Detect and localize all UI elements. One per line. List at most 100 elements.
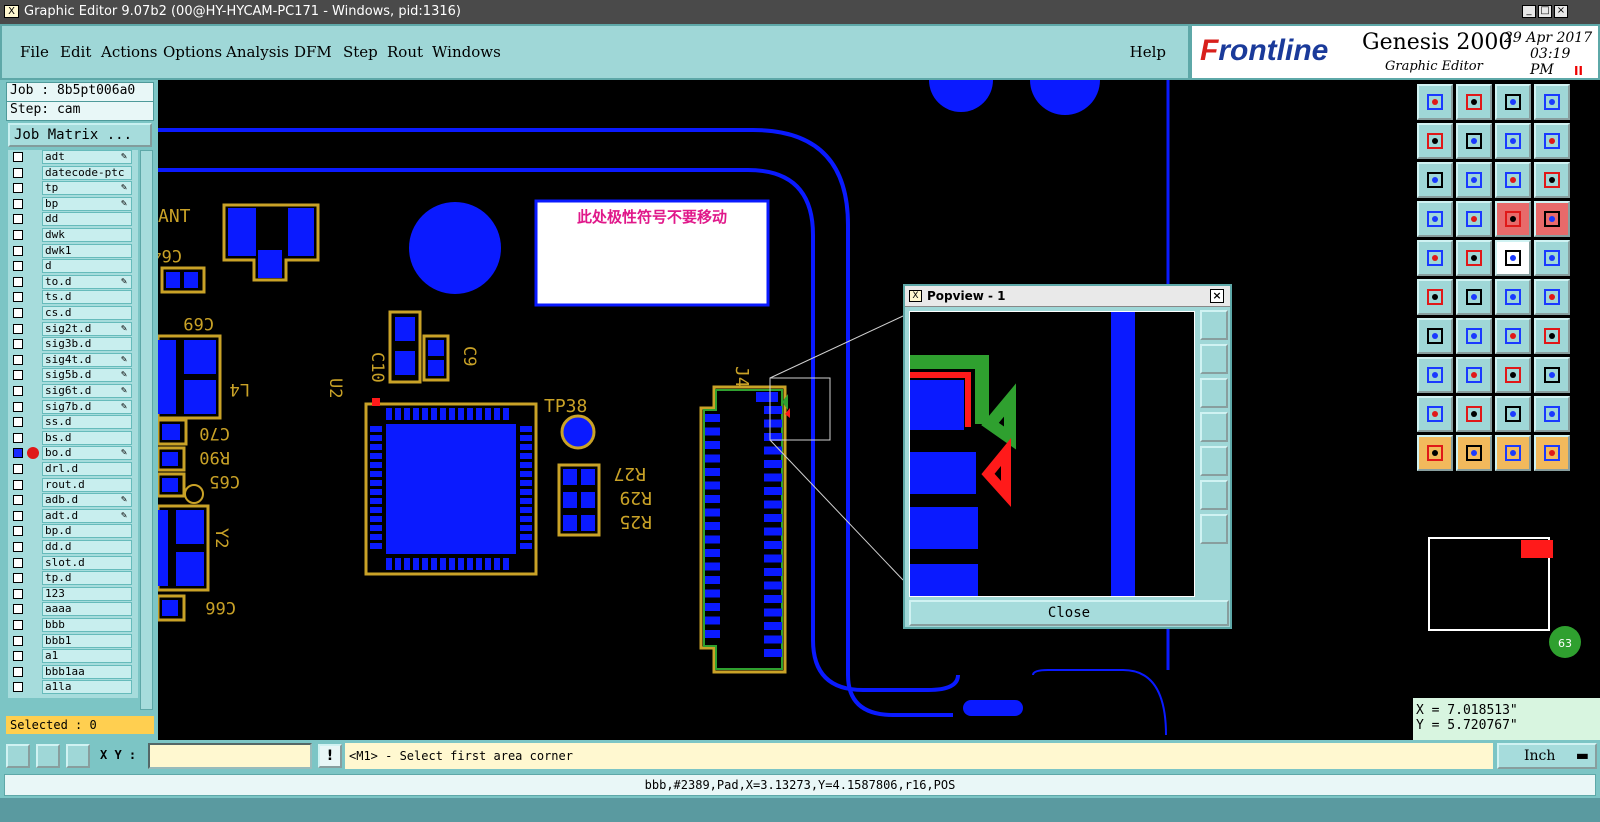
grid-icon[interactable]: [66, 744, 90, 768]
layer-checkbox[interactable]: [13, 432, 23, 443]
layer-checkbox[interactable]: [13, 214, 23, 225]
layer-checkbox[interactable]: [13, 198, 23, 209]
layer-checkbox[interactable]: [13, 339, 23, 350]
copy-icon[interactable]: [1417, 357, 1453, 393]
menu-analysis[interactable]: Analysis: [226, 43, 289, 61]
units-dropdown[interactable]: Inch ▬: [1497, 743, 1597, 769]
triangle-a-icon[interactable]: [1495, 396, 1531, 432]
toolkit-icon[interactable]: [1417, 201, 1453, 237]
overview-map[interactable]: 63: [1413, 528, 1600, 698]
layer-row[interactable]: tp.d: [8, 571, 134, 586]
layer-row[interactable]: sig5b.d ✎: [8, 368, 134, 383]
cursor-box-icon[interactable]: [1456, 435, 1492, 471]
fit-all-icon[interactable]: [1417, 162, 1453, 198]
help-icon[interactable]: [1534, 162, 1570, 198]
layer-checkbox[interactable]: [13, 370, 23, 381]
popview-zoom-icon[interactable]: [1200, 310, 1228, 340]
popview-pan-up-icon[interactable]: [1200, 344, 1228, 374]
menu-file[interactable]: File: [20, 43, 49, 61]
layer-checkbox[interactable]: [13, 510, 23, 521]
route-icon[interactable]: [1534, 279, 1570, 315]
menu-help[interactable]: Help: [1130, 43, 1166, 61]
menu-step[interactable]: Step: [343, 43, 378, 61]
layer-checkbox[interactable]: [13, 245, 23, 256]
layer-row[interactable]: to.d ✎: [8, 274, 134, 290]
move-icon[interactable]: [1495, 279, 1531, 315]
ruler-icon[interactable]: [1495, 240, 1531, 276]
layer-row[interactable]: bo.d ✎: [8, 446, 134, 461]
snap-icon[interactable]: [6, 744, 30, 768]
popview-canvas[interactable]: [909, 311, 1195, 597]
cursor-move-icon[interactable]: [1534, 435, 1570, 471]
xy-input[interactable]: [148, 743, 312, 769]
layer-checkbox[interactable]: [13, 479, 23, 490]
layer-row[interactable]: 123: [8, 586, 134, 602]
menu-windows[interactable]: Windows: [432, 43, 501, 61]
angle-icon[interactable]: [36, 744, 60, 768]
info-button[interactable]: !: [318, 744, 342, 768]
layer-checkbox[interactable]: [13, 526, 23, 537]
layer-checkbox[interactable]: [13, 401, 23, 412]
fit-height-icon[interactable]: [1456, 162, 1492, 198]
minus-icon[interactable]: [1456, 357, 1492, 393]
drill-icon[interactable]: [1534, 240, 1570, 276]
layer-checkbox[interactable]: [13, 448, 23, 459]
cursor-icon[interactable]: [1417, 435, 1453, 471]
layer-row[interactable]: sig3b.d: [8, 337, 134, 352]
layer-checkbox[interactable]: [13, 588, 23, 599]
layer-checkbox[interactable]: [13, 635, 23, 646]
layer-colors-icon[interactable]: [1495, 201, 1531, 237]
layout-icon[interactable]: [1534, 84, 1570, 120]
layer-checkbox[interactable]: [13, 386, 23, 396]
open-icon[interactable]: [1417, 84, 1453, 120]
layer-row[interactable]: sig7b.d ✎: [8, 399, 134, 415]
layer-row[interactable]: bbb: [8, 618, 134, 633]
layer-checkbox[interactable]: [13, 276, 23, 287]
layer-checkbox[interactable]: [13, 167, 23, 178]
connect-icon[interactable]: [1417, 279, 1453, 315]
text-icon[interactable]: [1534, 318, 1570, 354]
cursor-select-icon[interactable]: [1495, 435, 1531, 471]
minimize-button[interactable]: _: [1522, 5, 1536, 18]
layer-checkbox[interactable]: [13, 464, 23, 474]
menu-actions[interactable]: Actions: [101, 43, 157, 61]
cross-icon[interactable]: [1456, 279, 1492, 315]
layer-row[interactable]: adt.d ✎: [8, 508, 134, 524]
layer-checkbox[interactable]: [13, 183, 23, 194]
triangle-b-icon[interactable]: [1534, 396, 1570, 432]
layer-row[interactable]: cs.d: [8, 306, 134, 321]
popview-pan-down-icon[interactable]: [1200, 378, 1228, 408]
layer-row[interactable]: adb.d ✎: [8, 493, 134, 508]
layer-checkbox[interactable]: [13, 604, 23, 615]
layer-row[interactable]: sig6t.d ✎: [8, 384, 134, 399]
layer-checkbox[interactable]: [13, 495, 23, 506]
group-icon[interactable]: [1534, 357, 1570, 393]
popview-pan-left-icon[interactable]: [1200, 412, 1228, 442]
layer-row[interactable]: drl.d: [8, 462, 134, 477]
layer-row[interactable]: rout.d: [8, 477, 134, 493]
layer-row[interactable]: bp ✎: [8, 196, 134, 212]
layer-checkbox[interactable]: [13, 308, 23, 318]
pause-icon[interactable]: II: [1574, 64, 1583, 78]
pan-left-icon[interactable]: [1417, 123, 1453, 159]
layer-checkbox[interactable]: [13, 292, 23, 303]
popview-pan-right-icon[interactable]: [1200, 446, 1228, 476]
popview-zoom-out-icon[interactable]: [1200, 480, 1228, 510]
layer-checkbox[interactable]: [13, 417, 23, 428]
layer-row[interactable]: dwk: [8, 228, 134, 243]
layer-row[interactable]: slot.d: [8, 555, 134, 571]
layer-checkbox[interactable]: [13, 261, 23, 272]
layer-checkbox[interactable]: [13, 152, 23, 162]
layer-row[interactable]: bbb1aa: [8, 664, 134, 680]
popview-close-button[interactable]: Close: [909, 600, 1229, 626]
layer-row[interactable]: a1: [8, 649, 134, 664]
layer-checkbox[interactable]: [13, 542, 23, 552]
save-icon[interactable]: [1456, 84, 1492, 120]
layer-checkbox[interactable]: [13, 666, 23, 677]
polygon-icon[interactable]: [1456, 240, 1492, 276]
resize-icon[interactable]: [1495, 357, 1531, 393]
scale-icon[interactable]: [1495, 162, 1531, 198]
layer-row[interactable]: a1la: [8, 680, 134, 695]
layer-checkbox[interactable]: [13, 620, 23, 630]
diagonal-icon[interactable]: [1456, 318, 1492, 354]
